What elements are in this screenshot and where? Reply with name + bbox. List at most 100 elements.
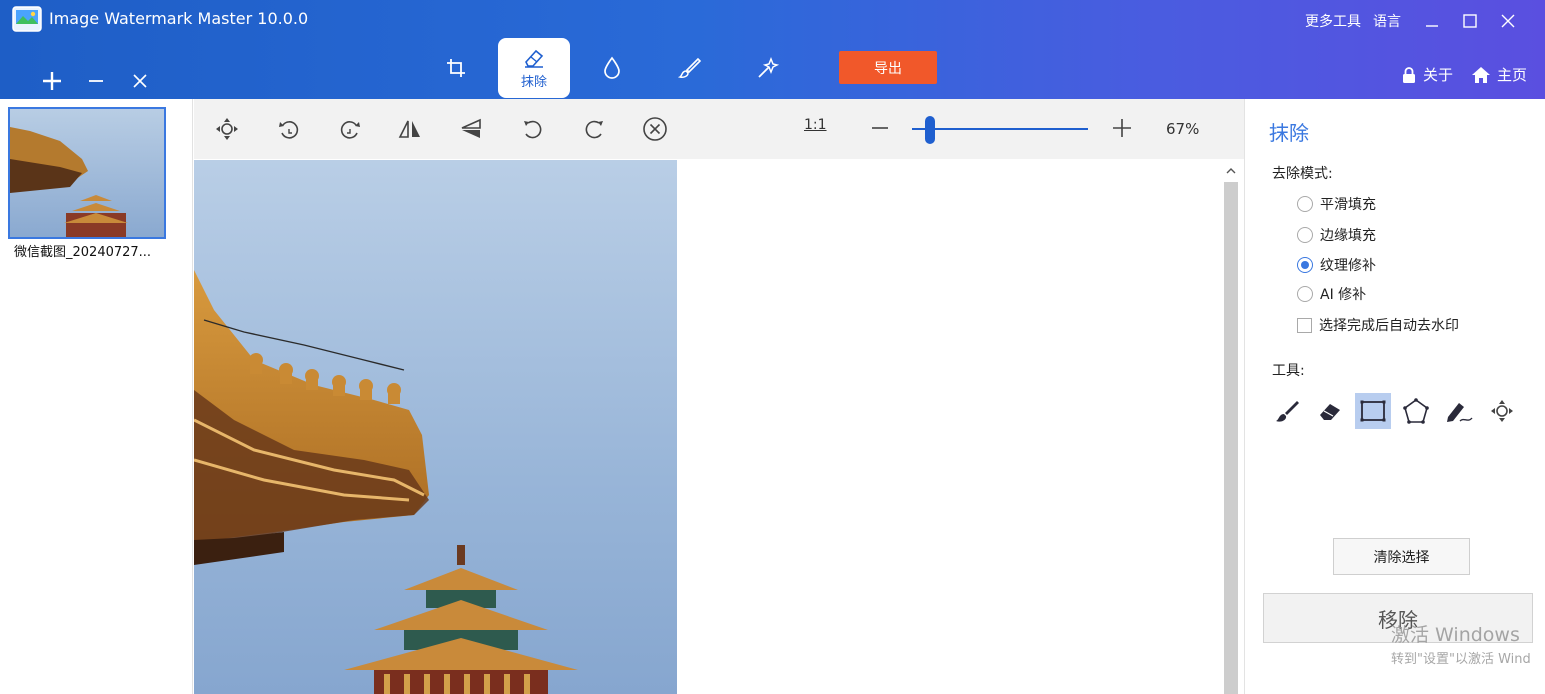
checkbox-icon <box>1297 317 1312 333</box>
magic-wand-icon <box>758 56 780 78</box>
close-button[interactable] <box>1489 8 1527 34</box>
panel-title: 抹除 <box>1269 121 1309 145</box>
radio-checked-icon <box>1297 257 1313 273</box>
zoom-1to1-button[interactable]: 1:1 <box>804 117 827 133</box>
pen-select-icon <box>1447 403 1473 422</box>
cancel-circle-icon <box>643 117 667 141</box>
eraser-tool-button[interactable] <box>1312 393 1348 429</box>
about-label: 关于 <box>1422 66 1453 84</box>
rectangle-select-tool-button[interactable] <box>1355 393 1391 429</box>
maximize-button[interactable] <box>1451 8 1489 34</box>
polygon-select-icon <box>1403 398 1429 424</box>
undo-button[interactable] <box>518 114 548 144</box>
rectangle-select-icon <box>1360 400 1386 422</box>
rotate-right-button[interactable] <box>335 114 365 144</box>
radio-icon <box>1297 286 1313 302</box>
plus-icon <box>1113 119 1131 137</box>
tab-erase[interactable]: 抹除 <box>498 38 570 98</box>
add-file-button[interactable] <box>30 66 74 96</box>
radio-icon <box>1297 227 1313 243</box>
mode-label: 纹理修补 <box>1320 258 1376 274</box>
tools-label: 工具: <box>1272 363 1305 379</box>
undo-icon <box>524 120 542 139</box>
export-button[interactable]: 导出 <box>839 51 937 84</box>
close-icon <box>1501 14 1515 28</box>
selection-tools <box>1269 393 1527 429</box>
flip-horizontal-button[interactable] <box>395 114 425 144</box>
mode-ai-repair-radio[interactable]: AI 修补 <box>1297 284 1366 304</box>
maximize-icon <box>1463 14 1477 28</box>
edit-toolbar: 1:1 67% <box>194 99 1244 159</box>
move-tool-button-panel[interactable] <box>1484 393 1520 429</box>
language-link[interactable]: 语言 <box>1373 11 1401 31</box>
erase-panel: 抹除 去除模式: 平滑填充 边缘填充 纹理修补 AI 修补 选择完成后自动去水印… <box>1244 99 1545 694</box>
minimize-icon <box>1426 25 1438 27</box>
crop-icon <box>447 59 465 77</box>
more-tools-link[interactable]: 更多工具 <box>1305 11 1361 31</box>
cancel-button[interactable] <box>640 114 670 144</box>
mode-edge-fill-radio[interactable]: 边缘填充 <box>1297 225 1376 245</box>
windows-activation-watermark: 激活 Windows <box>1391 624 1520 646</box>
remove-file-button[interactable] <box>74 66 118 96</box>
clear-selection-button[interactable]: 清除选择 <box>1333 538 1470 575</box>
mode-label: 平滑填充 <box>1320 197 1376 213</box>
eraser-icon <box>1320 404 1340 420</box>
tab-tools[interactable] <box>732 38 804 98</box>
auto-remove-label: 选择完成后自动去水印 <box>1319 318 1459 334</box>
windows-activation-subtext: 转到"设置"以激活 Wind <box>1391 652 1531 667</box>
thumbnail-image <box>10 109 164 237</box>
tab-brush[interactable] <box>654 38 726 98</box>
thumbnail-panel: 微信截图_20240727... <box>0 99 193 694</box>
thumbnail-item[interactable] <box>8 107 166 239</box>
zoom-out-button[interactable] <box>866 113 894 143</box>
mode-label: 边缘填充 <box>1320 228 1376 244</box>
header-links: 关于 主页 <box>1383 64 1527 85</box>
zoom-percent: 67% <box>1166 120 1200 138</box>
editing-image[interactable] <box>194 160 677 694</box>
rotate-left-icon <box>279 121 299 139</box>
flip-vertical-button[interactable] <box>456 114 486 144</box>
zoom-slider-handle[interactable] <box>924 116 935 144</box>
move-icon <box>1491 400 1513 422</box>
auto-remove-checkbox[interactable]: 选择完成后自动去水印 <box>1297 315 1459 335</box>
thumbnail-filename: 微信截图_20240727... <box>14 245 152 260</box>
move-icon <box>216 118 238 140</box>
rotate-left-button[interactable] <box>274 114 304 144</box>
scroll-up-button[interactable] <box>1222 164 1240 178</box>
file-actions <box>30 66 162 96</box>
mode-label: AI 修补 <box>1320 287 1367 303</box>
tab-crop[interactable] <box>420 38 492 98</box>
lock-icon <box>1402 66 1415 83</box>
canvas-scrollbar[interactable] <box>1222 160 1240 694</box>
mode-texture-repair-radio[interactable]: 纹理修补 <box>1297 255 1376 275</box>
scrollbar-thumb[interactable] <box>1224 182 1238 694</box>
app-title: Image Watermark Master 10.0.0 <box>49 9 309 28</box>
zoom-slider-track[interactable] <box>912 128 1088 130</box>
mode-tabs: 抹除 <box>420 38 810 98</box>
move-tool-button[interactable] <box>212 114 242 144</box>
zoom-in-button[interactable] <box>1108 113 1136 143</box>
chevron-up-icon <box>1226 168 1236 174</box>
redo-button[interactable] <box>579 114 609 144</box>
home-link[interactable]: 主页 <box>1471 64 1527 85</box>
brush-tool-button[interactable] <box>1269 393 1305 429</box>
image-canvas[interactable] <box>194 160 1222 694</box>
polygon-select-tool-button[interactable] <box>1398 393 1434 429</box>
pen-select-tool-button[interactable] <box>1441 393 1477 429</box>
redo-icon <box>585 120 603 139</box>
clear-files-button[interactable] <box>118 66 162 96</box>
minimize-button[interactable] <box>1413 8 1451 34</box>
drop-icon <box>604 56 620 79</box>
flip-horizontal-icon <box>398 120 420 138</box>
minus-icon <box>872 127 888 129</box>
home-label: 主页 <box>1496 66 1527 84</box>
tab-watermark[interactable] <box>576 38 648 98</box>
about-link[interactable]: 关于 <box>1401 64 1453 85</box>
brush-icon <box>1276 401 1299 422</box>
eraser-icon <box>525 49 544 68</box>
home-icon <box>1471 66 1490 83</box>
mode-smooth-fill-radio[interactable]: 平滑填充 <box>1297 194 1376 214</box>
window-controls: 更多工具 语言 <box>1305 8 1527 34</box>
rotate-right-icon <box>340 121 360 139</box>
brush-icon <box>678 57 702 78</box>
